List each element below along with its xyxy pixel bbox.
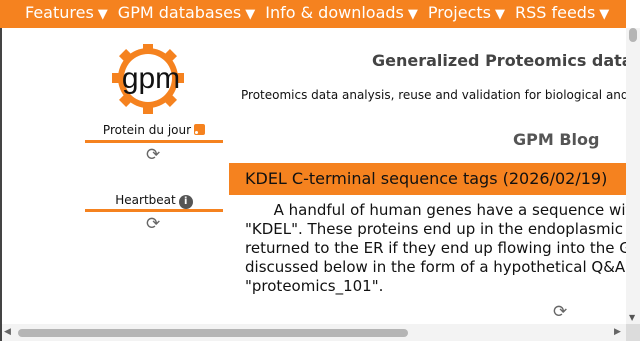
protein-du-jour-label: Protein du jour: [102, 123, 192, 137]
scrollbar-corner: [626, 324, 640, 341]
window-edge: [0, 28, 2, 341]
refresh-icon[interactable]: ⟳: [146, 145, 160, 165]
post-line: "KDEL". These proteins end up in the end…: [245, 220, 626, 238]
dropdown-arrow-icon: ▼: [97, 7, 108, 22]
dropdown-arrow-icon: ▼: [245, 7, 256, 22]
post-title-bar: KDEL C-terminal sequence tags (2026/02/1…: [229, 163, 626, 195]
horizontal-scrollbar[interactable]: ◀ ▶: [2, 324, 626, 341]
nav-menu: Features ▼ GPM databases ▼ Info & download…: [25, 0, 619, 29]
divider: [85, 140, 223, 143]
scroll-down-arrow-icon[interactable]: ▼: [629, 313, 635, 322]
info-icon[interactable]: i: [178, 195, 193, 209]
nav-projects-label: Projects: [427, 3, 491, 22]
heartbeat[interactable]: Heartbeat i: [85, 193, 223, 209]
nav-features-label: Features: [25, 3, 94, 22]
nav-gpm-databases[interactable]: GPM databases ▼: [118, 0, 255, 29]
dropdown-arrow-icon: ▼: [407, 7, 418, 22]
vertical-scrollbar[interactable]: ▼: [626, 28, 640, 324]
post-line: discussed below in the form of a hypothe…: [245, 258, 626, 276]
page-viewport: Features ▼ GPM databases ▼ Info & download…: [0, 0, 626, 324]
post-title[interactable]: KDEL C-terminal sequence tags (2026/02/1…: [245, 169, 607, 188]
horizontal-scroll-thumb[interactable]: [18, 329, 408, 337]
site-title: Generalized Proteomics data Mo: [372, 51, 626, 70]
nav-info-downloads-label: Info & downloads: [265, 3, 404, 22]
blog-heading: GPM Blog: [513, 130, 600, 149]
post-line: returned to the ER if they end up flowin…: [245, 239, 626, 257]
scroll-right-arrow-icon[interactable]: ▶: [614, 327, 621, 337]
top-nav-bar: Features ▼ GPM databases ▼ Info & download…: [0, 0, 626, 28]
protein-du-jour[interactable]: Protein du jour: [85, 123, 223, 137]
dropdown-arrow-icon: ▼: [494, 7, 505, 22]
site-subtitle: Proteomics data analysis, reuse and vali…: [241, 88, 626, 102]
vertical-scroll-thumb[interactable]: [629, 28, 637, 42]
nav-features[interactable]: Features ▼: [25, 0, 108, 29]
post-body: A handful of human genes have a sequence…: [245, 201, 626, 296]
scroll-left-arrow-icon[interactable]: ◀: [4, 327, 11, 337]
gpm-logo[interactable]: gpm: [108, 42, 194, 114]
post-line: "proteomics_101".: [245, 277, 384, 295]
dropdown-arrow-icon: ▼: [599, 7, 610, 22]
nav-rss-feeds-label: RSS feeds: [514, 3, 596, 22]
refresh-icon[interactable]: ⟳: [553, 302, 567, 322]
rss-icon[interactable]: [194, 124, 206, 135]
nav-rss-feeds[interactable]: RSS feeds ▼: [515, 0, 609, 29]
divider: [85, 209, 223, 212]
gear-logo-icon: gpm: [112, 42, 184, 114]
refresh-icon[interactable]: ⟳: [146, 214, 160, 234]
logo-text: gpm: [122, 62, 180, 95]
heartbeat-label: Heartbeat: [115, 193, 176, 207]
nav-projects[interactable]: Projects ▼: [428, 0, 505, 29]
nav-gpm-databases-label: GPM databases: [117, 3, 242, 22]
nav-info-downloads[interactable]: Info & downloads ▼: [265, 0, 418, 29]
post-line: A handful of human genes have a sequence…: [245, 201, 626, 219]
